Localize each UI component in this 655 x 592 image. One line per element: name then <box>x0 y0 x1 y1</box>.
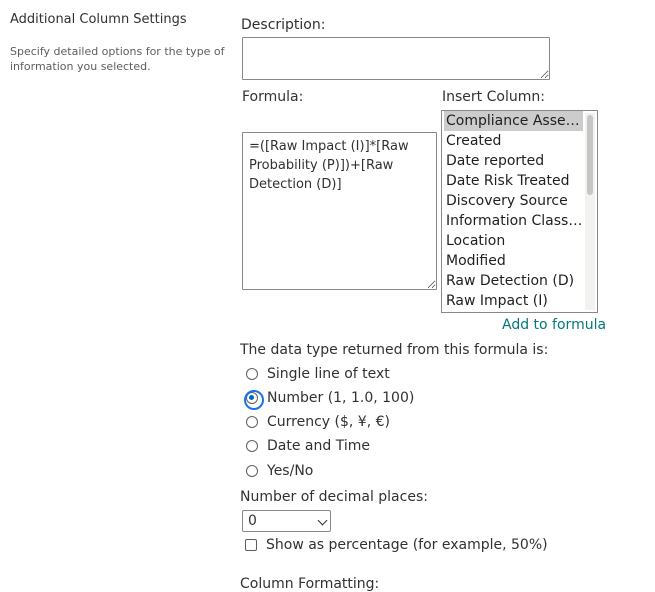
radio-label: Date and Time <box>267 438 370 454</box>
radio-label: Yes/No <box>267 463 314 479</box>
focus-ring <box>244 390 264 410</box>
radio-button[interactable] <box>246 368 258 380</box>
show-percentage-row[interactable]: Show as percentage (for example, 50%) <box>245 535 548 555</box>
listbox-scrollbar[interactable] <box>585 113 595 310</box>
radio-label: Number (1, 1.0, 100) <box>267 390 415 406</box>
section-description: Specify detailed options for the type of… <box>10 45 225 73</box>
list-item[interactable]: Raw Impact (I) <box>444 291 583 311</box>
list-item[interactable]: Date Risk Treated <box>444 171 583 191</box>
radio-label: Single line of text <box>267 366 390 382</box>
list-item[interactable]: Information Classifi... <box>444 211 583 231</box>
radio-button[interactable] <box>246 440 258 452</box>
formula-textarea[interactable] <box>242 132 437 290</box>
decimal-places-select[interactable]: 0 <box>242 510 331 532</box>
decimal-places-label: Number of decimal places: <box>240 489 428 505</box>
show-percentage-checkbox[interactable] <box>245 539 257 551</box>
column-formatting-label: Column Formatting: <box>240 576 380 592</box>
list-item[interactable]: Raw Detection (D) <box>444 271 583 291</box>
radio-label: Currency ($, ¥, €) <box>267 414 390 430</box>
data-type-label: The data type returned from this formula… <box>240 342 549 358</box>
radio-button[interactable] <box>246 416 258 428</box>
formula-label: Formula: <box>242 89 304 105</box>
list-item[interactable]: Location <box>444 231 583 251</box>
list-item[interactable]: Discovery Source <box>444 191 583 211</box>
show-percentage-label: Show as percentage (for example, 50%) <box>266 537 548 553</box>
insert-column-label: Insert Column: <box>442 89 545 105</box>
radio-date-time[interactable]: Date and Time <box>246 436 370 456</box>
chevron-down-icon <box>317 515 328 526</box>
radio-yes-no[interactable]: Yes/No <box>246 461 313 481</box>
radio-button[interactable] <box>246 465 258 477</box>
radio-button-checked[interactable] <box>244 390 264 410</box>
scrollbar-thumb[interactable] <box>587 115 593 195</box>
list-item[interactable]: Created <box>444 131 583 151</box>
section-title: Additional Column Settings <box>10 12 187 27</box>
list-item[interactable]: Date reported <box>444 151 583 171</box>
description-label: Description: <box>241 17 326 33</box>
radio-currency[interactable]: Currency ($, ¥, €) <box>246 412 390 432</box>
radio-number[interactable]: Number (1, 1.0, 100) <box>244 388 415 410</box>
radio-single-line[interactable]: Single line of text <box>246 364 390 384</box>
list-item[interactable]: Modified <box>444 251 583 271</box>
insert-column-listbox[interactable]: Compliance Asset Id Created Date reporte… <box>441 110 598 313</box>
description-textarea[interactable] <box>242 37 550 80</box>
add-to-formula-link[interactable]: Add to formula <box>502 317 606 333</box>
decimal-places-value: 0 <box>248 513 257 529</box>
list-item[interactable]: Compliance Asset Id <box>444 111 583 131</box>
